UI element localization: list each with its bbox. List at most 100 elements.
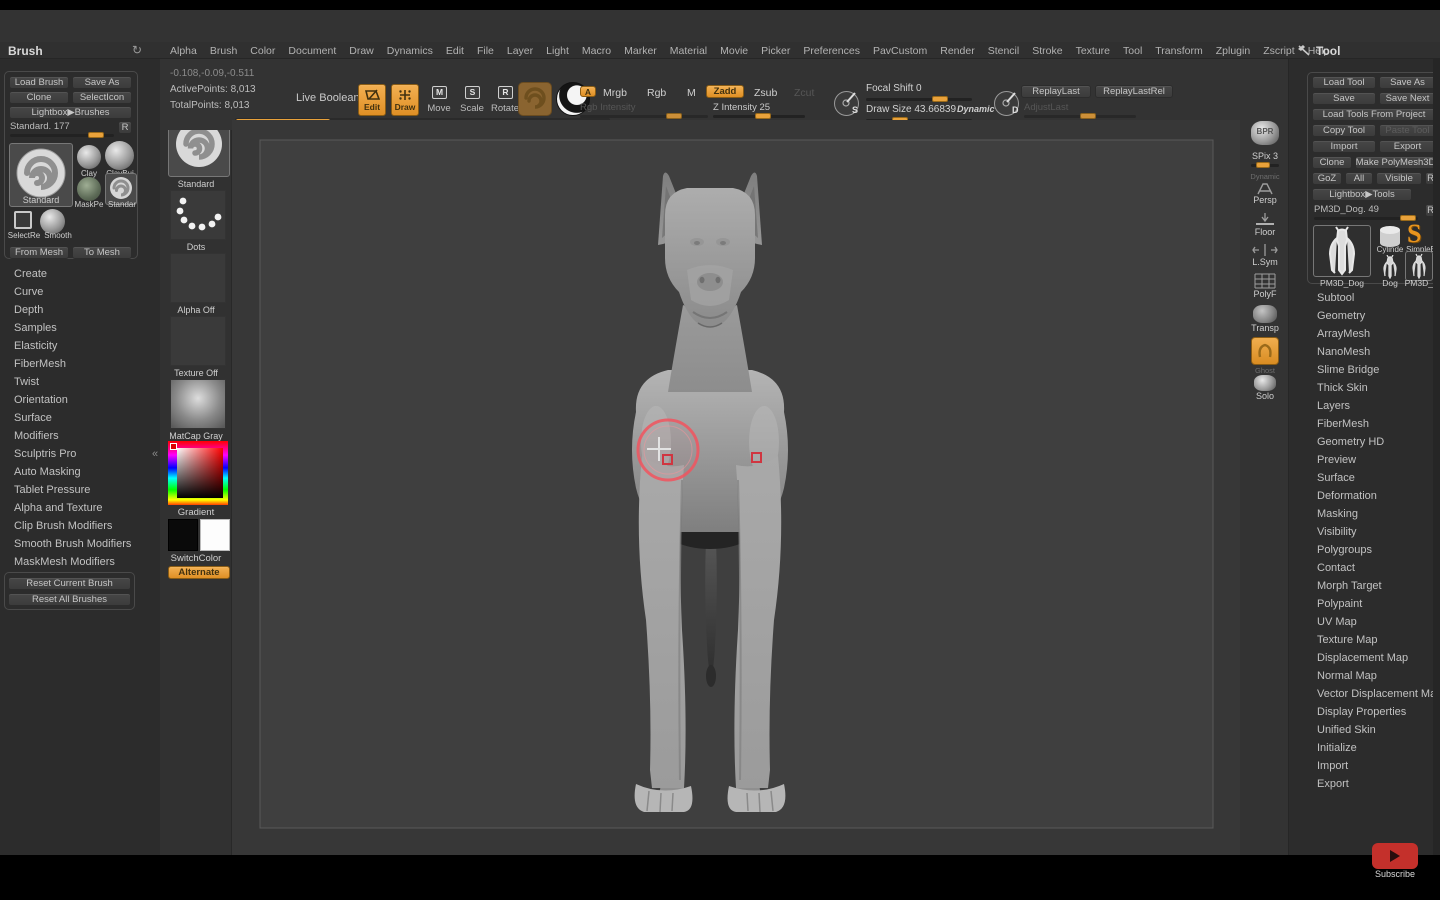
- goz-visible-button[interactable]: Visible: [1376, 172, 1422, 185]
- shelf-texture-off[interactable]: [170, 316, 226, 366]
- persp-icon[interactable]: [1254, 183, 1276, 195]
- tool-save-button[interactable]: Save: [1312, 92, 1376, 105]
- m-button[interactable]: M: [687, 87, 696, 99]
- dynamic-persp-label[interactable]: Dynamic: [1244, 172, 1286, 181]
- draw-button[interactable]: Draw: [391, 84, 419, 116]
- rgb-intensity-slider[interactable]: [580, 115, 708, 118]
- brush-size-slider[interactable]: [10, 134, 114, 137]
- goz-all-button[interactable]: All: [1345, 172, 1373, 185]
- tool-menu-polygroups[interactable]: Polygroups: [1317, 541, 1440, 559]
- scale-button[interactable]: S Scale: [456, 86, 488, 116]
- menu-texture[interactable]: Texture: [1076, 45, 1110, 57]
- menu-dynamics[interactable]: Dynamics: [387, 45, 433, 57]
- reset-all-brushes-button[interactable]: Reset All Brushes: [8, 593, 131, 606]
- brush-menu-depth[interactable]: Depth: [14, 301, 154, 319]
- tool-menu-contact[interactable]: Contact: [1317, 559, 1440, 577]
- zsub-button[interactable]: Zsub: [754, 87, 777, 99]
- tool-save-as-button[interactable]: Save As: [1379, 76, 1436, 89]
- menu-document[interactable]: Document: [288, 45, 336, 57]
- z-intensity-slider[interactable]: [713, 115, 805, 118]
- lsym-icon[interactable]: [1252, 243, 1278, 257]
- tool-thumb-pm3d[interactable]: [1405, 251, 1433, 281]
- focal-shift-slider[interactable]: [866, 98, 972, 101]
- spix-handle[interactable]: [1256, 162, 1270, 168]
- adjust-last-slider[interactable]: [1024, 115, 1136, 118]
- tool-thumb-main[interactable]: [1313, 225, 1371, 277]
- menu-pavcustom[interactable]: PavCustom: [873, 45, 927, 57]
- brush-menu-orientation[interactable]: Orientation: [14, 391, 154, 409]
- brush-menu-curve[interactable]: Curve: [14, 283, 154, 301]
- select-icon-button[interactable]: SelectIcon: [72, 91, 132, 104]
- tool-menu-subtool[interactable]: Subtool: [1317, 289, 1440, 307]
- tool-menu-layers[interactable]: Layers: [1317, 397, 1440, 415]
- tool-menu-texture-map[interactable]: Texture Map: [1317, 631, 1440, 649]
- solo-icon[interactable]: [1254, 375, 1276, 391]
- tool-menu-geometry[interactable]: Geometry: [1317, 307, 1440, 325]
- menu-movie[interactable]: Movie: [720, 45, 748, 57]
- tool-menu-unified-skin[interactable]: Unified Skin: [1317, 721, 1440, 739]
- menu-file[interactable]: File: [477, 45, 494, 57]
- tool-menu-initialize[interactable]: Initialize: [1317, 739, 1440, 757]
- brush-menu-modifiers[interactable]: Modifiers: [14, 427, 154, 445]
- tool-export-button[interactable]: Export: [1379, 140, 1436, 153]
- save-next-button[interactable]: Save Next: [1379, 92, 1436, 105]
- menu-brush[interactable]: Brush: [210, 45, 237, 57]
- tool-menu-polypaint[interactable]: Polypaint: [1317, 595, 1440, 613]
- tool-menu-masking[interactable]: Masking: [1317, 505, 1440, 523]
- brush-thumb-maskpe[interactable]: [77, 177, 101, 201]
- reset-current-brush-button[interactable]: Reset Current Brush: [8, 577, 131, 590]
- make-polymesh3d-button[interactable]: Make PolyMesh3D: [1355, 156, 1436, 169]
- brush-size-slider-handle[interactable]: [88, 132, 104, 138]
- tool-menu-nanomesh[interactable]: NanoMesh: [1317, 343, 1440, 361]
- tool-menu-morph-target[interactable]: Morph Target: [1317, 577, 1440, 595]
- move-button[interactable]: M Move: [423, 86, 455, 116]
- menu-draw[interactable]: Draw: [349, 45, 374, 57]
- menu-picker[interactable]: Picker: [761, 45, 790, 57]
- subscribe-label[interactable]: Subscribe: [1366, 869, 1424, 879]
- shelf-stroke-dots[interactable]: [170, 190, 226, 240]
- stroke-dial-s[interactable]: S: [834, 91, 859, 116]
- color-sv-square[interactable]: [177, 448, 223, 498]
- right-edge-scrollbar[interactable]: [1433, 59, 1440, 855]
- lightbox-brushes-button[interactable]: Lightbox▶Brushes: [9, 106, 132, 119]
- menu-stencil[interactable]: Stencil: [988, 45, 1020, 57]
- refresh-icon[interactable]: ↻: [132, 43, 142, 57]
- brush-menu-tablet-pressure[interactable]: Tablet Pressure: [14, 481, 154, 499]
- tool-menu-uv-map[interactable]: UV Map: [1317, 613, 1440, 631]
- tool-slider[interactable]: [1314, 217, 1418, 220]
- menu-render[interactable]: Render: [940, 45, 974, 57]
- tool-menu-surface[interactable]: Surface: [1317, 469, 1440, 487]
- zadd-button[interactable]: Zadd: [706, 85, 744, 98]
- spix-slider[interactable]: [1251, 164, 1279, 167]
- tool-menu-preview[interactable]: Preview: [1317, 451, 1440, 469]
- subscribe-button[interactable]: [1372, 843, 1418, 869]
- switch-color-secondary[interactable]: [200, 519, 230, 551]
- brush-menu-fibermesh[interactable]: FiberMesh: [14, 355, 154, 373]
- menu-material[interactable]: Material: [670, 45, 707, 57]
- menu-preferences[interactable]: Preferences: [803, 45, 860, 57]
- brush-size-r-button[interactable]: R: [118, 121, 132, 134]
- shelf-matcap[interactable]: [170, 379, 226, 429]
- tool-clone-button[interactable]: Clone: [1312, 156, 1352, 169]
- menu-macro[interactable]: Macro: [582, 45, 611, 57]
- from-mesh-button[interactable]: From Mesh: [9, 246, 69, 259]
- tool-menu-visibility[interactable]: Visibility: [1317, 523, 1440, 541]
- menu-tool[interactable]: Tool: [1123, 45, 1142, 57]
- load-brush-button[interactable]: Load Brush: [9, 76, 69, 89]
- brush-menu-twist[interactable]: Twist: [14, 373, 154, 391]
- tool-menu-export[interactable]: Export: [1317, 775, 1440, 793]
- menu-marker[interactable]: Marker: [624, 45, 657, 57]
- focal-shift-handle[interactable]: [932, 96, 948, 102]
- brush-menu-maskmesh-modifiers[interactable]: MaskMesh Modifiers: [14, 553, 154, 571]
- rgb-button[interactable]: Rgb: [647, 87, 666, 99]
- edit-button[interactable]: Edit: [358, 84, 386, 116]
- switch-color-main[interactable]: [168, 519, 198, 551]
- load-tool-button[interactable]: Load Tool: [1312, 76, 1376, 89]
- tool-menu-display-properties[interactable]: Display Properties: [1317, 703, 1440, 721]
- brush-thumb-selectre[interactable]: [14, 211, 32, 229]
- shelf-alpha-off[interactable]: [170, 253, 226, 303]
- sculpt-canvas[interactable]: [232, 120, 1240, 855]
- tool-menu-deformation[interactable]: Deformation: [1317, 487, 1440, 505]
- menu-zscript[interactable]: Zscript: [1263, 45, 1295, 57]
- menu-color[interactable]: Color: [250, 45, 275, 57]
